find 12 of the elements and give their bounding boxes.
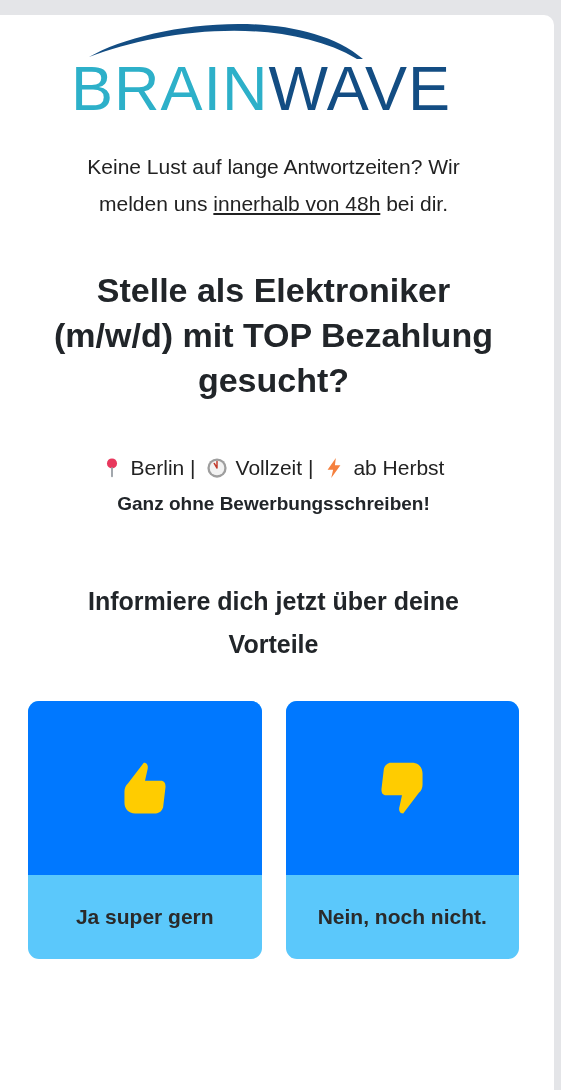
- link[interactable]: innerhalb von 48h: [213, 192, 381, 215]
- fact-text: ab Herbst: [353, 455, 445, 481]
- answer-button[interactable]: Ja super gern: [28, 701, 262, 959]
- intro-text: Keine Lust auf lange Antwortzeiten? Wir melden uns innerhalb von 48h bei dir.: [86, 154, 461, 217]
- headline: Stelle als Elektroniker (m/w/d) mit TOP Bezahlung gesucht?: [53, 270, 494, 401]
- fact-text: Berlin |: [130, 455, 196, 481]
- answer-button[interactable]: Nein, noch nicht.: [285, 701, 519, 959]
- logo-text: BRAINWAVE: [71, 57, 452, 120]
- tagline: Ganz ohne Bewerbungsschreiben!: [116, 491, 431, 516]
- clock-icon: [205, 456, 228, 479]
- question-heading: Informiere dich jetzt über deine Vorteile: [87, 586, 460, 660]
- fact-text: Vollzeit |: [235, 455, 314, 481]
